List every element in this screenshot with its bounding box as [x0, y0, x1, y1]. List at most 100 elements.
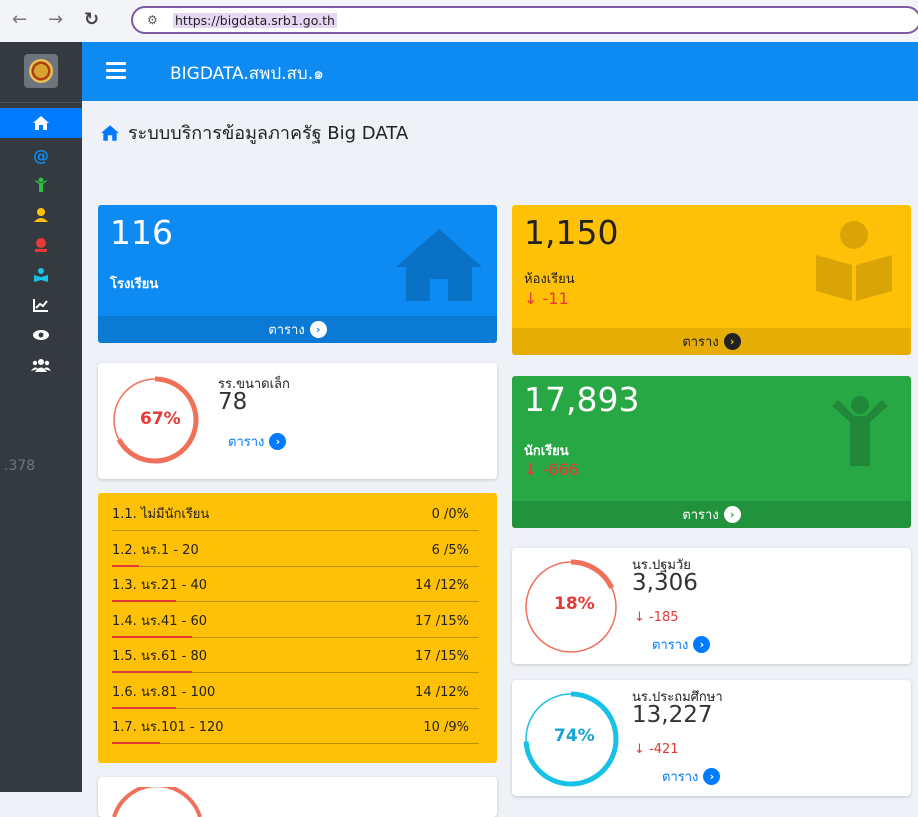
- list-item: 1.5. นร.61 - 80 17 /15%: [112, 639, 479, 673]
- teacher-icon: [34, 208, 48, 222]
- seal-icon: [29, 59, 53, 83]
- preschool-card: 18% นร.ปฐมวัย 3,306 ↓ -185 ตาราง ›: [512, 548, 911, 664]
- sidebar-item-students[interactable]: [0, 170, 82, 200]
- list-item-progress-bar: [112, 671, 192, 673]
- primary-table-link[interactable]: ตาราง ›: [662, 766, 721, 787]
- sidebar-item-users[interactable]: [0, 350, 82, 380]
- preschool-percent: 18%: [554, 594, 595, 614]
- schools-box: 116 โรงเรียน ตาราง ›: [98, 205, 497, 343]
- preschool-value: 3,306: [632, 570, 698, 596]
- list-item-label: 1.4. นร.41 - 60: [112, 613, 207, 629]
- forward-icon[interactable]: →: [48, 9, 63, 30]
- back-icon[interactable]: ←: [12, 9, 27, 30]
- home-icon: [33, 116, 49, 130]
- list-item: 1.4. นร.41 - 60 17 /15%: [112, 604, 479, 638]
- child-icon: [832, 396, 888, 466]
- sidebar: @ .378: [0, 42, 82, 792]
- students-value: 17,893: [524, 380, 640, 419]
- at-icon: @: [33, 145, 49, 165]
- classrooms-label: ห้องเรียน: [524, 272, 575, 287]
- schools-label: โรงเรียน: [110, 277, 159, 292]
- reading-icon: [34, 268, 48, 282]
- next-card-partial: [98, 777, 497, 817]
- small-schools-percent: 67%: [140, 409, 181, 429]
- list-item-progress-bar: [112, 564, 139, 567]
- menu-toggle-icon[interactable]: [106, 62, 126, 83]
- students-change: ↓ -666: [524, 460, 579, 479]
- child-icon: [35, 177, 47, 192]
- reload-icon[interactable]: ↻: [84, 9, 99, 30]
- eye-icon: [33, 330, 49, 340]
- schools-table-link[interactable]: ตาราง ›: [98, 316, 497, 343]
- list-item-value: 14 /12%: [415, 684, 469, 700]
- arrow-right-icon: ›: [723, 333, 741, 350]
- students-box: 17,893 นักเรียน ↓ -666 ตาราง ›: [512, 376, 911, 528]
- list-item-value: 6 /5%: [431, 542, 469, 558]
- money-icon: [35, 238, 47, 252]
- home-icon: [101, 124, 119, 141]
- list-item-label: 1.5. นร.61 - 80: [112, 649, 207, 664]
- list-item-progress-bar: [112, 742, 160, 744]
- visitor-counter: .378: [4, 458, 36, 474]
- reading-book-icon: [816, 221, 892, 301]
- sidebar-item-stats[interactable]: [0, 290, 82, 320]
- arrow-right-icon: ›: [723, 506, 741, 523]
- classrooms-box: 1,150 ห้องเรียน ↓ -11 ตาราง ›: [512, 205, 911, 355]
- list-item-value: 17 /15%: [415, 649, 469, 664]
- site-info-icon[interactable]: ⚙: [147, 13, 158, 27]
- list-item: 1.2. นร.1 - 20 6 /5%: [112, 533, 479, 567]
- small-schools-table-link[interactable]: ตาราง ›: [228, 431, 287, 452]
- classrooms-table-link[interactable]: ตาราง ›: [512, 328, 911, 355]
- classrooms-change-value: -11: [542, 289, 569, 308]
- sidebar-divider: [0, 102, 82, 103]
- school-size-list: 1.1. ไม่มีนักเรียน 0 /0% 1.2. นร.1 - 20 6 /…: [98, 493, 497, 763]
- classrooms-value: 1,150: [524, 213, 619, 252]
- school-house-icon: [396, 229, 482, 301]
- sidebar-item-home[interactable]: [0, 108, 82, 138]
- preschool-link-text: ตาราง: [652, 638, 689, 653]
- brand-title[interactable]: BIGDATA.สพป.สบ.๑: [170, 60, 324, 87]
- chart-line-icon: [33, 299, 48, 312]
- arrow-right-icon: ›: [269, 433, 287, 450]
- small-schools-card: 67% รร.ขนาดเล็ก 78 ตาราง ›: [98, 363, 497, 479]
- arrow-right-icon: ›: [703, 768, 721, 785]
- small-schools-value: 78: [218, 389, 248, 415]
- list-item: 1.7. นร.101 - 120 10 /9%: [112, 710, 479, 744]
- logo[interactable]: [24, 54, 58, 88]
- preschool-table-link[interactable]: ตาราง ›: [652, 634, 711, 655]
- address-bar[interactable]: ⚙ https://bigdata.srb1.go.th: [131, 6, 918, 34]
- small-schools-link-text: ตาราง: [228, 435, 265, 450]
- sidebar-item-view[interactable]: [0, 320, 82, 350]
- arrow-right-icon: ›: [693, 636, 711, 653]
- primary-change: ↓ -421: [634, 742, 679, 757]
- page-title: ระบบบริการข้อมูลภาครัฐ Big DATA: [100, 118, 408, 147]
- top-navbar: BIGDATA.สพป.สบ.๑: [82, 42, 918, 101]
- list-item: 1.3. นร.21 - 40 14 /12%: [112, 568, 479, 602]
- list-item-progress-bar: [112, 706, 176, 709]
- list-item-progress-bar: [112, 635, 192, 638]
- list-item-value: 14 /12%: [415, 578, 469, 593]
- list-item-value: 17 /15%: [415, 613, 469, 629]
- students-change-value: -666: [542, 460, 579, 479]
- schools-link-text: ตาราง: [268, 323, 305, 338]
- sidebar-item-contact[interactable]: @: [0, 140, 82, 170]
- sidebar-item-teachers[interactable]: [0, 200, 82, 230]
- schools-value: 116: [110, 213, 173, 252]
- students-table-link[interactable]: ตาราง ›: [512, 501, 911, 528]
- url-text[interactable]: https://bigdata.srb1.go.th: [173, 13, 337, 28]
- primary-percent: 74%: [554, 726, 595, 746]
- sidebar-item-budget[interactable]: [0, 230, 82, 260]
- arrow-right-icon: ›: [309, 321, 327, 338]
- list-item: 1.1. ไม่มีนักเรียน 0 /0%: [112, 497, 479, 531]
- primary-card: 74% นร.ประถมศึกษา 13,227 ↓ -421 ตาราง ›: [512, 680, 911, 796]
- classrooms-change: ↓ -11: [524, 289, 569, 308]
- sidebar-item-reading[interactable]: [0, 260, 82, 290]
- primary-change-value: -421: [649, 742, 679, 757]
- students-link-text: ตาราง: [682, 508, 719, 523]
- list-item-label: 1.1. ไม่มีนักเรียน: [112, 507, 210, 522]
- page-title-text: ระบบบริการข้อมูลภาครัฐ Big DATA: [128, 123, 409, 144]
- list-item-progress-bar: [112, 600, 176, 602]
- browser-toolbar: ← → ↻ ⚙ https://bigdata.srb1.go.th: [0, 0, 918, 42]
- primary-value: 13,227: [632, 702, 713, 728]
- classrooms-link-text: ตาราง: [682, 335, 719, 350]
